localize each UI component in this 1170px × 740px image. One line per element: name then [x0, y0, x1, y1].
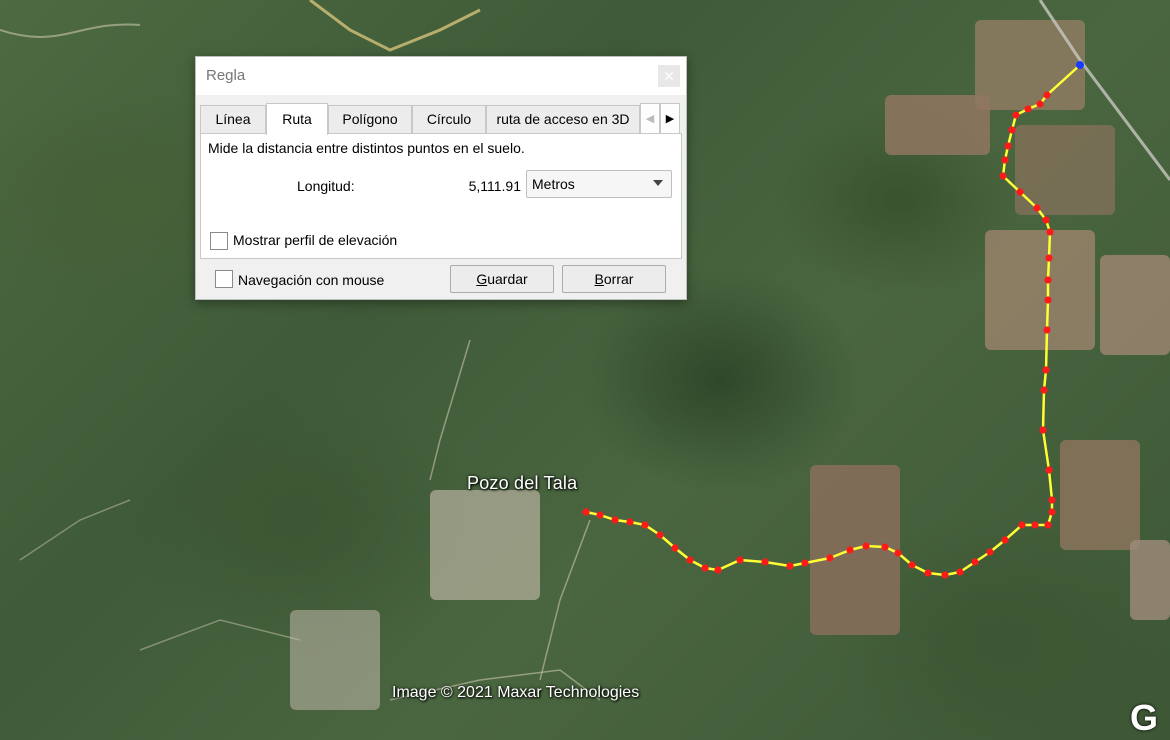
- route-point[interactable]: [701, 564, 709, 572]
- route-point[interactable]: [1033, 204, 1041, 212]
- ruler-dialog: Regla ✕ Línea Ruta Polígono Círculo ruta…: [195, 56, 687, 300]
- chevron-down-icon: [653, 180, 663, 186]
- route-point[interactable]: [846, 546, 854, 554]
- route-point[interactable]: [1048, 508, 1056, 516]
- route-point[interactable]: [862, 542, 870, 550]
- route-point[interactable]: [611, 516, 619, 524]
- save-mnemonic: G: [476, 271, 488, 287]
- route-point[interactable]: [641, 521, 649, 529]
- tab-poligono[interactable]: Polígono: [328, 105, 412, 133]
- route-point[interactable]: [1024, 105, 1032, 113]
- route-point[interactable]: [596, 511, 604, 519]
- route-point[interactable]: [908, 561, 916, 569]
- route-point[interactable]: [786, 562, 794, 570]
- route-point[interactable]: [1016, 188, 1024, 196]
- route-point[interactable]: [714, 566, 722, 574]
- length-label: Longitud:: [297, 178, 355, 194]
- route-point[interactable]: [582, 508, 590, 516]
- google-logo: G: [1130, 697, 1159, 738]
- route-point[interactable]: [1044, 276, 1052, 284]
- route-point[interactable]: [894, 549, 902, 557]
- unit-select-value: Metros: [532, 176, 575, 192]
- route-point[interactable]: [1012, 111, 1020, 119]
- route-point[interactable]: [999, 172, 1007, 180]
- tab-ruta-3d[interactable]: ruta de acceso en 3D: [486, 105, 640, 133]
- route-point[interactable]: [1045, 466, 1053, 474]
- route-point[interactable]: [1040, 386, 1048, 394]
- unit-select[interactable]: Metros: [526, 170, 672, 198]
- route-point[interactable]: [826, 554, 834, 562]
- route-point[interactable]: [1045, 254, 1053, 262]
- route-point[interactable]: [1004, 142, 1012, 150]
- route-point[interactable]: [671, 544, 679, 552]
- route-point[interactable]: [1044, 521, 1052, 529]
- route-point[interactable]: [1031, 521, 1039, 529]
- tab-linea[interactable]: Línea: [200, 105, 266, 133]
- route-point[interactable]: [1042, 366, 1050, 374]
- route-point[interactable]: [971, 558, 979, 566]
- route-point[interactable]: [761, 558, 769, 566]
- dialog-titlebar[interactable]: Regla ✕: [196, 57, 686, 95]
- route-point[interactable]: [1044, 296, 1052, 304]
- route-point[interactable]: [736, 556, 744, 564]
- route-point[interactable]: [924, 569, 932, 577]
- mouse-navigation-checkbox[interactable]: [215, 270, 233, 288]
- tab-ruta[interactable]: Ruta: [266, 103, 328, 135]
- route-point[interactable]: [1039, 426, 1047, 434]
- route-point[interactable]: [1043, 91, 1051, 99]
- place-label-pozo-del-tala: Pozo del Tala: [467, 473, 578, 493]
- imagery-attribution: Image © 2021 Maxar Technologies: [392, 684, 640, 701]
- route-point[interactable]: [986, 548, 994, 556]
- route-point[interactable]: [1042, 216, 1050, 224]
- route-point[interactable]: [881, 543, 889, 551]
- elevation-profile-checkbox[interactable]: [210, 232, 228, 250]
- length-value: 5,111.91: [468, 178, 521, 194]
- route-point[interactable]: [1036, 100, 1044, 108]
- route-point[interactable]: [1048, 496, 1056, 504]
- route-point[interactable]: [1001, 536, 1009, 544]
- clear-label: orrar: [603, 271, 634, 287]
- mouse-navigation-label: Navegación con mouse: [238, 272, 385, 288]
- route-end-point[interactable]: [1076, 61, 1084, 69]
- description-text: Mide la distancia entre distintos puntos…: [208, 140, 525, 156]
- elevation-profile-label: Mostrar perfil de elevación: [233, 232, 398, 248]
- chevron-right-icon[interactable]: ▶: [660, 103, 680, 135]
- save-label: uardar: [487, 271, 528, 287]
- route-point[interactable]: [656, 531, 664, 539]
- clear-button[interactable]: Borrar: [562, 265, 666, 293]
- route-point[interactable]: [941, 571, 949, 579]
- tab-bar: Línea Ruta Polígono Círculo ruta de acce…: [200, 103, 682, 135]
- route-point[interactable]: [1001, 156, 1009, 164]
- save-button[interactable]: Guardar: [450, 265, 554, 293]
- route-point[interactable]: [956, 568, 964, 576]
- tab-panel-ruta: Mide la distancia entre distintos puntos…: [200, 133, 682, 259]
- clear-mnemonic: B: [594, 271, 604, 287]
- tab-circulo[interactable]: Círculo: [412, 105, 486, 133]
- route-point[interactable]: [626, 518, 634, 526]
- route-point[interactable]: [1043, 326, 1051, 334]
- close-icon[interactable]: ✕: [658, 65, 680, 87]
- route-point[interactable]: [1018, 521, 1026, 529]
- route-point[interactable]: [1008, 126, 1016, 134]
- route-point[interactable]: [1046, 228, 1054, 236]
- chevron-left-icon[interactable]: ◀: [640, 103, 660, 135]
- dialog-title: Regla: [206, 67, 246, 84]
- route-point[interactable]: [801, 559, 809, 567]
- route-point[interactable]: [686, 556, 694, 564]
